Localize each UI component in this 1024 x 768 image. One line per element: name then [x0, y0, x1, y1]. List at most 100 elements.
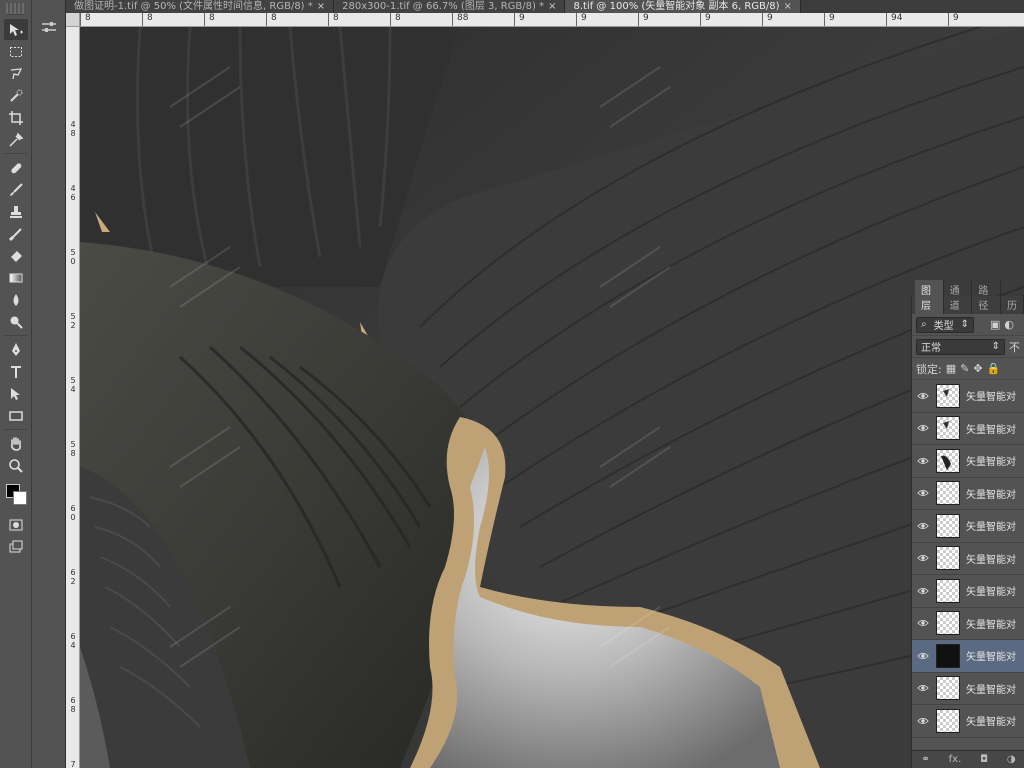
mask-icon[interactable]: ◘: [980, 754, 988, 765]
move-icon[interactable]: [4, 19, 28, 40]
toolbar-grip[interactable]: [6, 3, 25, 15]
layer-row[interactable]: 矢量智能对: [912, 705, 1024, 738]
layer-row[interactable]: 矢量智能对: [912, 640, 1024, 673]
layer-row[interactable]: 矢量智能对: [912, 477, 1024, 510]
vertical-ruler[interactable]: 4846505254586062646870: [66, 27, 80, 768]
layer-row[interactable]: 矢量智能对: [912, 412, 1024, 445]
ruler-tick-label: 0: [70, 513, 76, 522]
visibility-eye-icon[interactable]: [916, 551, 930, 565]
visibility-eye-icon[interactable]: [916, 714, 930, 728]
layer-name: 矢量智能对: [966, 652, 1016, 664]
history-brush-icon[interactable]: [4, 223, 28, 244]
toolbar-divider: [4, 335, 27, 336]
visibility-eye-icon[interactable]: [916, 454, 930, 468]
lasso-icon[interactable]: [4, 63, 28, 84]
visibility-eye-icon[interactable]: [916, 616, 930, 630]
adjustment-filter-icon[interactable]: ◐: [1004, 318, 1014, 331]
layer-row[interactable]: 矢量智能对: [912, 510, 1024, 543]
layer-thumbnail: [936, 383, 960, 408]
blend-mode-select[interactable]: 正常 ⇕: [916, 338, 1005, 355]
ruler-tick-label: 4: [70, 385, 76, 394]
opacity-label: 不: [1009, 340, 1020, 354]
quick-mask-icon[interactable]: [4, 514, 28, 535]
visibility-eye-icon[interactable]: [916, 681, 930, 695]
lock-all-icon[interactable]: 🔒: [987, 362, 1001, 375]
zoom-icon[interactable]: [4, 455, 28, 476]
tab-document-1[interactable]: 做图证明-1.tif @ 50% (文件属性时间信息, RGB/8) * ×: [66, 0, 335, 13]
path-select-icon[interactable]: [4, 383, 28, 404]
ruler-tick-label: 8: [271, 13, 277, 23]
document-canvas[interactable]: [80, 27, 1024, 768]
fx-icon[interactable]: fx.: [949, 754, 962, 765]
eyedropper-icon[interactable]: [4, 129, 28, 150]
gradient-icon[interactable]: [4, 267, 28, 288]
ruler-tick: [824, 13, 825, 26]
ruler-tick-label: 8: [70, 129, 76, 138]
crop-icon[interactable]: [4, 107, 28, 128]
color-swatches[interactable]: [4, 480, 28, 510]
dodge-icon[interactable]: [4, 311, 28, 332]
background-color-swatch[interactable]: [13, 491, 27, 505]
ruler-tick-label: 6: [70, 568, 76, 577]
panel-toggle-icon[interactable]: [36, 14, 62, 40]
stamp-icon[interactable]: [4, 201, 28, 222]
visibility-eye-icon[interactable]: [916, 389, 930, 403]
marquee-icon[interactable]: [4, 41, 28, 62]
visibility-eye-icon[interactable]: [916, 649, 930, 663]
ruler-tick-label: 9: [643, 13, 649, 23]
filter-select[interactable]: ⌕ 类型 ⇕: [916, 316, 974, 333]
link-icon[interactable]: ⚭: [921, 754, 929, 765]
visibility-eye-icon[interactable]: [916, 584, 930, 598]
close-icon[interactable]: ×: [784, 0, 792, 13]
ruler-tick-label: 6: [70, 504, 76, 513]
collapsed-panels: [32, 0, 66, 768]
tab-layers[interactable]: 图层: [915, 280, 944, 314]
layer-row[interactable]: 矢量智能对: [912, 445, 1024, 478]
ruler-tick-label: 9: [519, 13, 525, 23]
ruler-tick-label: 9: [705, 13, 711, 23]
layer-row[interactable]: 矢量智能对: [912, 607, 1024, 640]
shape-icon[interactable]: [4, 405, 28, 426]
brush-icon[interactable]: [4, 179, 28, 200]
layer-thumbnail: [936, 513, 960, 538]
visibility-eye-icon[interactable]: [916, 486, 930, 500]
ruler-tick-label: 8: [209, 13, 215, 23]
layer-row[interactable]: 矢量智能对: [912, 542, 1024, 575]
visibility-eye-icon[interactable]: [916, 519, 930, 533]
layer-thumbnail: [936, 578, 960, 603]
tab-paths[interactable]: 路径: [972, 280, 1002, 314]
tools-panel: [0, 0, 32, 768]
lock-label: 锁定:: [916, 362, 942, 376]
ruler-origin[interactable]: [66, 13, 80, 27]
lock-transparency-icon[interactable]: ▦: [946, 362, 956, 375]
type-icon[interactable]: [4, 361, 28, 382]
layer-list: 矢量智能对 矢量智能对 矢量智能对 矢量智能对 矢量智能对 矢量智能对 矢量智能对 矢量智能对…: [912, 380, 1024, 738]
eraser-icon[interactable]: [4, 245, 28, 266]
adjustment-icon[interactable]: ◑: [1007, 754, 1016, 765]
quick-select-icon[interactable]: [4, 85, 28, 106]
tab-document-2[interactable]: 280x300-1.tif @ 66.7% (图层 3, RGB/8) * ×: [334, 0, 566, 13]
tab-document-3[interactable]: 8.tif @ 100% (矢量智能对象 副本 6, RGB/8) ×: [565, 0, 801, 13]
visibility-eye-icon[interactable]: [916, 421, 930, 435]
blend-row: 正常 ⇕ 不: [912, 336, 1024, 358]
lock-pixels-icon[interactable]: ✎: [960, 362, 969, 375]
hand-icon[interactable]: [4, 433, 28, 454]
screen-mode-icon[interactable]: [4, 536, 28, 557]
ruler-tick: [80, 13, 81, 26]
horizontal-ruler[interactable]: 8 8 8 8 8 8 88 9 9 9 9 9 9 94 9: [80, 13, 1024, 27]
lock-position-icon[interactable]: ✥: [973, 362, 982, 375]
tab-history[interactable]: 历: [1001, 295, 1024, 314]
healing-icon[interactable]: [4, 157, 28, 178]
close-icon[interactable]: ×: [317, 0, 325, 13]
pen-icon[interactable]: [4, 339, 28, 360]
layer-row[interactable]: 矢量智能对: [912, 575, 1024, 608]
layer-name: 矢量智能对: [966, 684, 1016, 696]
blur-icon[interactable]: [4, 289, 28, 310]
image-filter-icon[interactable]: ▣: [990, 318, 1000, 331]
tab-channels[interactable]: 通道: [944, 280, 973, 314]
layer-row[interactable]: 矢量智能对: [912, 380, 1024, 413]
close-icon[interactable]: ×: [548, 0, 556, 13]
ruler-tick-label: 6: [70, 632, 76, 641]
layer-row[interactable]: 矢量智能对: [912, 672, 1024, 705]
tab-label: 做图证明-1.tif @ 50% (文件属性时间信息, RGB/8) *: [74, 1, 313, 12]
